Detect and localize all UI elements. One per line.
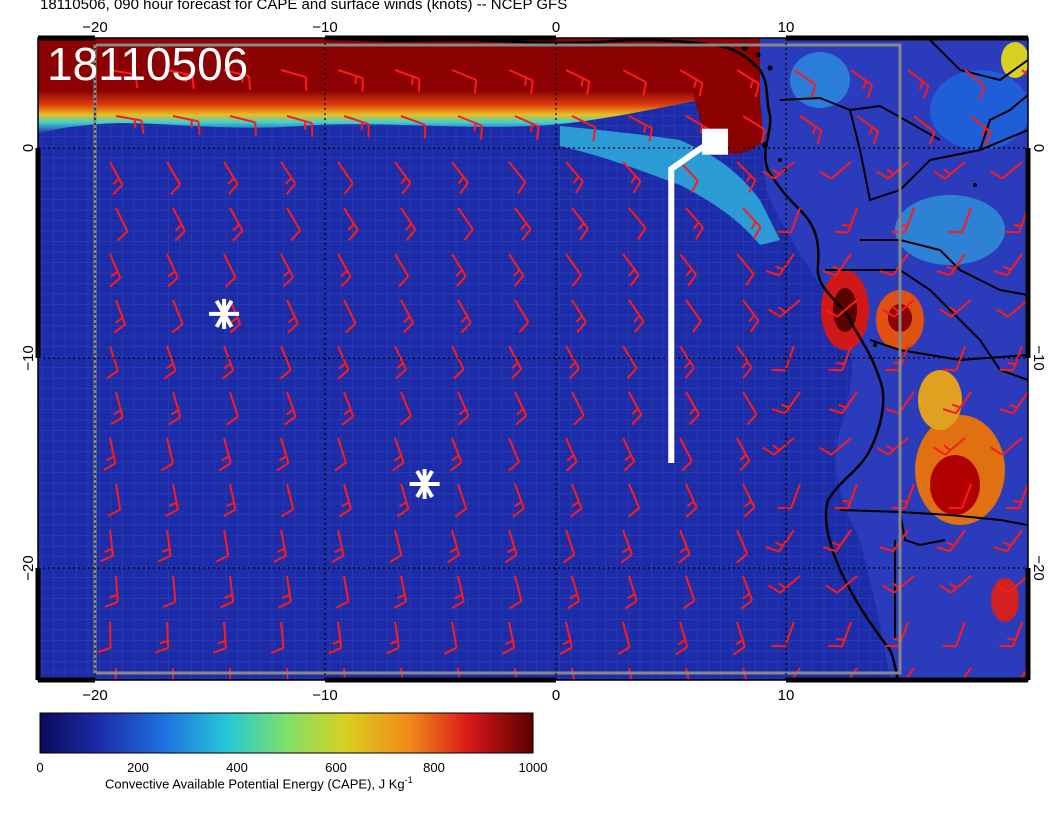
cape-blob (895, 195, 1005, 265)
lon-tick-label: −10 (312, 687, 337, 704)
lon-tick-label-top: 0 (552, 19, 560, 36)
colorbar-tick: 1000 (519, 760, 548, 775)
cape-blob (991, 578, 1019, 622)
lat-tick-label: −10 (20, 345, 37, 370)
lon-tick-label: 0 (552, 687, 560, 704)
lon-tick-label-top: −10 (312, 19, 337, 36)
colorbar-tick: 200 (127, 760, 149, 775)
cape-blob-core (930, 455, 980, 515)
colorbar-ticks: 0 200 400 600 800 1000 (36, 760, 547, 775)
colorbar-label: Convective Available Potential Energy (C… (105, 775, 413, 791)
lat-tick-label: 0 (20, 144, 37, 152)
lon-tick-label: 10 (778, 687, 795, 704)
colorbar-tick: 400 (226, 760, 248, 775)
lon-tick-label-top: −20 (82, 19, 107, 36)
date-stamp: 18110506 (47, 38, 248, 90)
colorbar-tick: 800 (423, 760, 445, 775)
colorbar-label-text: Convective Available Potential Energy (C… (105, 776, 405, 792)
colorbar-label-superscript: -1 (404, 775, 413, 785)
colorbar-tick: 600 (325, 760, 347, 775)
lat-tick-label-right: −10 (1030, 345, 1047, 370)
lat-tick-label-right: 0 (1030, 144, 1047, 152)
colorbar (39, 712, 534, 754)
cape-blob (918, 370, 962, 430)
colorbar-tick: 0 (36, 760, 43, 775)
lon-tick-label-top: 10 (778, 19, 795, 36)
track-end-marker (702, 128, 729, 155)
lon-tick-label: −20 (82, 687, 107, 704)
lat-tick-label-right: −20 (1030, 555, 1047, 580)
lat-tick-label: −20 (20, 555, 37, 580)
map-figure: 18110506 −20 −10 0 10 −20 −10 0 10 0 −10… (20, 19, 1047, 775)
